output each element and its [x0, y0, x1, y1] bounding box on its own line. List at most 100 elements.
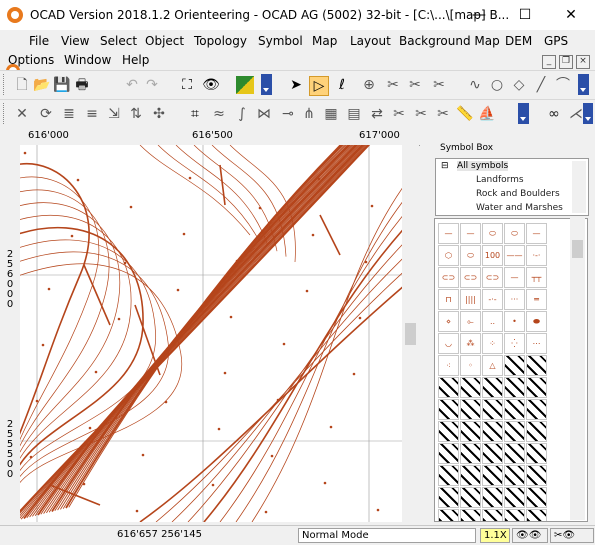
view-mode-icons[interactable]: 👁👁 [512, 528, 548, 543]
toolbar-dropdown-4[interactable] [583, 103, 593, 124]
symbol-tile[interactable]: — [526, 223, 547, 244]
print-icon[interactable]: 🖶 [73, 76, 91, 94]
symbol-tile[interactable]: ·-· [526, 245, 547, 266]
symbol-tile[interactable] [438, 509, 459, 521]
toolbar-dropdown[interactable] [261, 74, 272, 95]
tree-item-rock-boulders[interactable]: Rock and Boulders [476, 189, 560, 199]
symbol-tile[interactable] [526, 487, 547, 508]
symbol-tile[interactable] [526, 421, 547, 442]
symbol-tile[interactable]: 100 [482, 245, 503, 266]
symbol-tile[interactable]: • [504, 311, 525, 332]
menu-help[interactable]: Help [122, 53, 149, 67]
tree-collapse-icon[interactable]: ⊟ [441, 161, 449, 171]
spy-icon[interactable]: 👁 [202, 76, 220, 94]
child-restore-icon[interactable]: ❐ [559, 55, 573, 69]
tree-root-all-symbols[interactable]: All symbols [457, 161, 509, 171]
symbol-tile[interactable] [482, 509, 503, 521]
symbol-tile[interactable] [460, 465, 481, 486]
add-vertex-icon[interactable]: ⊕ [360, 76, 378, 94]
toolbar-dropdown-3[interactable] [518, 103, 529, 124]
symbol-tile[interactable]: ◡ [438, 333, 459, 354]
move-icon[interactable]: ✣ [150, 105, 168, 123]
symbol-tile[interactable]: — [438, 223, 459, 244]
map-canvas[interactable] [20, 145, 402, 522]
cut-area-icon[interactable]: ✂ [430, 76, 448, 94]
menu-layout[interactable]: Layout [350, 34, 391, 48]
scroll-thumb[interactable] [405, 323, 416, 345]
symbol-tile[interactable]: -·- [482, 289, 503, 310]
menu-background-map[interactable]: Background Map [399, 34, 500, 48]
reverse-icon[interactable]: ⇄ [368, 105, 386, 123]
fill-icon[interactable]: ≡ [83, 105, 101, 123]
map-layer-icon[interactable] [236, 76, 254, 94]
delete-icon[interactable]: ✕ [13, 105, 31, 123]
menu-window[interactable]: Window [64, 53, 111, 67]
symbol-tile[interactable] [526, 509, 547, 521]
symbol-tile[interactable]: ⬭ [460, 245, 481, 266]
symbol-tile[interactable]: ⬭ [482, 223, 503, 244]
symbol-tile[interactable] [460, 399, 481, 420]
symbol-tile[interactable]: ═ [526, 289, 547, 310]
symbol-tile[interactable] [460, 487, 481, 508]
symbol-tile[interactable]: ┬┬ [526, 267, 547, 288]
toolbar-dropdown-2[interactable] [578, 74, 589, 95]
symbol-tile[interactable]: ⊂⊃ [482, 267, 503, 288]
symbol-tile[interactable] [504, 465, 525, 486]
symbol-tile[interactable] [526, 465, 547, 486]
symbol-tile[interactable]: ⬬ [526, 311, 547, 332]
maximize-button[interactable]: ☐ [502, 0, 548, 30]
join-icon[interactable]: ⊸ [279, 105, 297, 123]
symbol-tile[interactable] [460, 509, 481, 521]
symbol-tile[interactable]: ··· [504, 289, 525, 310]
symbol-tile[interactable]: ⁛ [504, 333, 525, 354]
draw-curve-icon[interactable]: ∿ [466, 76, 484, 94]
symbol-tile[interactable] [504, 355, 525, 376]
crop-icon[interactable]: ⌗ [186, 105, 204, 123]
edit-point-arrow-icon[interactable]: ➤ [287, 76, 305, 94]
edit-object-arrow-icon[interactable]: ▷ [309, 76, 329, 96]
split-icon[interactable]: ⋔ [300, 105, 318, 123]
boat-icon[interactable]: ⛵ [478, 105, 496, 123]
menu-dem[interactable]: DEM [505, 34, 532, 48]
toolbar-grip[interactable] [3, 74, 7, 95]
symbol-tree[interactable]: ⊟ All symbols Landforms Rock and Boulder… [435, 158, 589, 216]
symbol-tile[interactable] [482, 465, 503, 486]
symbol-tile[interactable] [526, 399, 547, 420]
symbol-tile[interactable] [482, 421, 503, 442]
symbol-tile[interactable] [460, 421, 481, 442]
symbol-tile[interactable] [482, 443, 503, 464]
cut-object-icon[interactable]: ✂ [412, 105, 430, 123]
menu-map[interactable]: Map [312, 34, 337, 48]
symbol-tile[interactable]: ⊂⊃ [438, 267, 459, 288]
cut-hole-icon[interactable]: ✂ [406, 76, 424, 94]
bezier-icon[interactable]: ∫ [233, 105, 251, 123]
tree-scrollbar[interactable] [572, 161, 586, 213]
draw-rectangle-icon[interactable]: ◇ [510, 76, 528, 94]
status-extra-icons[interactable]: ✂👁 [550, 528, 594, 543]
close-button[interactable]: ✕ [548, 0, 594, 30]
symbol-tile[interactable] [438, 487, 459, 508]
freehand-icon[interactable]: ⌒ [554, 76, 572, 94]
symbol-tile[interactable]: ⁂ [460, 333, 481, 354]
symbol-tile[interactable] [504, 421, 525, 442]
symbol-tile[interactable] [482, 487, 503, 508]
symbol-tile[interactable] [438, 377, 459, 398]
symbol-tile[interactable] [504, 443, 525, 464]
symbol-tile[interactable] [438, 399, 459, 420]
binoculars-icon[interactable]: ∞ [545, 105, 563, 123]
symbol-tile[interactable] [504, 487, 525, 508]
save-icon[interactable]: 💾 [53, 76, 71, 94]
symbol-tile[interactable] [460, 377, 481, 398]
symbol-tile[interactable]: — [460, 223, 481, 244]
fill-area-icon[interactable]: ▦ [322, 105, 340, 123]
symbol-tile[interactable] [526, 443, 547, 464]
cut-symbol-icon[interactable]: ✂ [434, 105, 452, 123]
symbol-tile[interactable] [482, 399, 503, 420]
symbol-grid-scrollbar[interactable] [570, 218, 585, 520]
symbol-tile[interactable] [526, 377, 547, 398]
symbol-tile[interactable]: —— [504, 245, 525, 266]
menu-options[interactable]: Options [8, 53, 54, 67]
symbol-tile[interactable]: ⋄ [438, 311, 459, 332]
symbol-grid[interactable]: — — ⬭ ⬭ — ⬡ ⬭ 100 —— ·-· ⊂⊃ ⊂⊃ ⊂⊃ — ┬┬ ⊓ |||| -·- ··· ═ ⋄ ⟜..… [434, 218, 588, 522]
menu-view[interactable]: View [61, 34, 89, 48]
